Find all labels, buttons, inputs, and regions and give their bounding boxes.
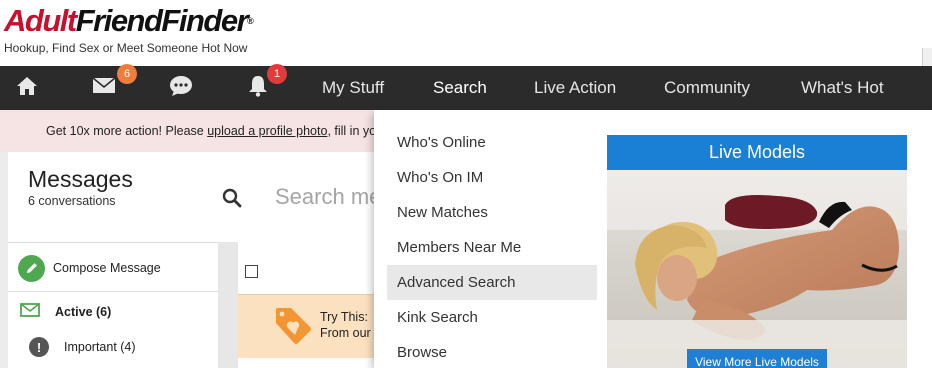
promo-line-2: From our bbox=[320, 326, 371, 340]
logo-registered-mark: ® bbox=[247, 16, 254, 26]
page-title: Messages bbox=[28, 166, 133, 192]
promo-text: Try This: From our bbox=[320, 309, 371, 341]
live-models-title: Live Models bbox=[607, 135, 907, 170]
conversation-list: Try This: From our bbox=[238, 242, 374, 368]
upload-photo-link[interactable]: upload a profile photo bbox=[207, 124, 327, 138]
bell-icon bbox=[248, 75, 268, 102]
column-separator bbox=[218, 242, 238, 368]
nav-community[interactable]: Community bbox=[664, 66, 750, 110]
site-header: AdultFriendFinder® Hookup, Find Sex or M… bbox=[0, 0, 932, 66]
notice-prefix: Get 10x more action! Please bbox=[46, 124, 208, 138]
select-all-checkbox[interactable] bbox=[245, 265, 258, 278]
menu-item-advanced-search[interactable]: Advanced Search bbox=[387, 265, 597, 300]
conversation-count: 6 conversations bbox=[28, 194, 116, 208]
left-gutter bbox=[0, 152, 8, 368]
chat-icon bbox=[169, 75, 193, 102]
active-label: Active (6) bbox=[55, 305, 112, 319]
messages-sidebar: Compose Message Active (6) ! Important (… bbox=[8, 242, 218, 368]
search-messages-input[interactable] bbox=[275, 184, 375, 210]
envelope-icon bbox=[20, 302, 40, 322]
menu-item-whos-on-im[interactable]: Who's On IM bbox=[387, 160, 597, 195]
mail-icon bbox=[92, 77, 116, 99]
heart-tag-icon bbox=[272, 305, 314, 352]
notice-suffix: , fill in yo bbox=[327, 124, 377, 138]
pencil-icon bbox=[18, 254, 45, 282]
nav-home[interactable] bbox=[2, 66, 52, 110]
live-model-photo[interactable] bbox=[607, 170, 907, 368]
notifications-badge: 1 bbox=[267, 64, 287, 84]
exclamation-icon: ! bbox=[29, 337, 49, 357]
nav-whats-hot[interactable]: What's Hot bbox=[801, 66, 884, 110]
logo-part-adult: Adult bbox=[4, 3, 77, 38]
promo-row[interactable]: Try This: From our bbox=[238, 294, 374, 358]
nav-my-stuff[interactable]: My Stuff bbox=[322, 66, 384, 110]
menu-item-whos-online[interactable]: Who's Online bbox=[387, 125, 597, 160]
menu-item-members-near-me[interactable]: Members Near Me bbox=[387, 230, 597, 265]
nav-search[interactable]: Search bbox=[433, 66, 487, 110]
site-tagline: Hookup, Find Sex or Meet Someone Hot Now bbox=[4, 41, 248, 55]
important-label: Important (4) bbox=[64, 340, 136, 354]
logo-part-friendfinder: FriendFinder bbox=[75, 3, 249, 38]
compose-label: Compose Message bbox=[53, 261, 161, 275]
nav-notifications[interactable]: 1 bbox=[233, 64, 287, 110]
menu-item-browse[interactable]: Browse bbox=[387, 335, 597, 368]
messages-badge: 6 bbox=[117, 64, 137, 84]
compose-message-button[interactable]: Compose Message bbox=[8, 253, 218, 283]
view-more-live-models-button[interactable]: View More Live Models bbox=[687, 349, 827, 368]
page: AdultFriendFinder® Hookup, Find Sex or M… bbox=[0, 0, 932, 368]
home-icon bbox=[16, 76, 38, 101]
notice-text: Get 10x more action! Please upload a pro… bbox=[46, 124, 376, 138]
nav-messages[interactable]: 6 bbox=[79, 64, 137, 110]
scrollbar[interactable] bbox=[922, 48, 932, 66]
nav-chat[interactable] bbox=[156, 66, 206, 110]
menu-item-kink-search[interactable]: Kink Search bbox=[387, 300, 597, 335]
messages-header: Messages 6 conversations bbox=[8, 152, 375, 242]
site-logo[interactable]: AdultFriendFinder® bbox=[4, 3, 254, 38]
search-dropdown-menu: Who's Online Who's On IM New Matches Mem… bbox=[374, 110, 932, 368]
menu-item-new-matches[interactable]: New Matches bbox=[387, 195, 597, 230]
sidebar-item-important[interactable]: ! Important (4) bbox=[8, 335, 218, 359]
promo-line-1: Try This: bbox=[320, 310, 368, 324]
main-nav: 6 1 My Stuff Search Live Action Communit… bbox=[0, 64, 932, 110]
nav-live-action[interactable]: Live Action bbox=[534, 66, 616, 110]
sidebar-item-active[interactable]: Active (6) bbox=[8, 300, 218, 324]
search-icon[interactable] bbox=[222, 188, 242, 213]
live-models-promo[interactable]: Live Models bbox=[607, 135, 907, 368]
sidebar-divider bbox=[8, 291, 218, 292]
